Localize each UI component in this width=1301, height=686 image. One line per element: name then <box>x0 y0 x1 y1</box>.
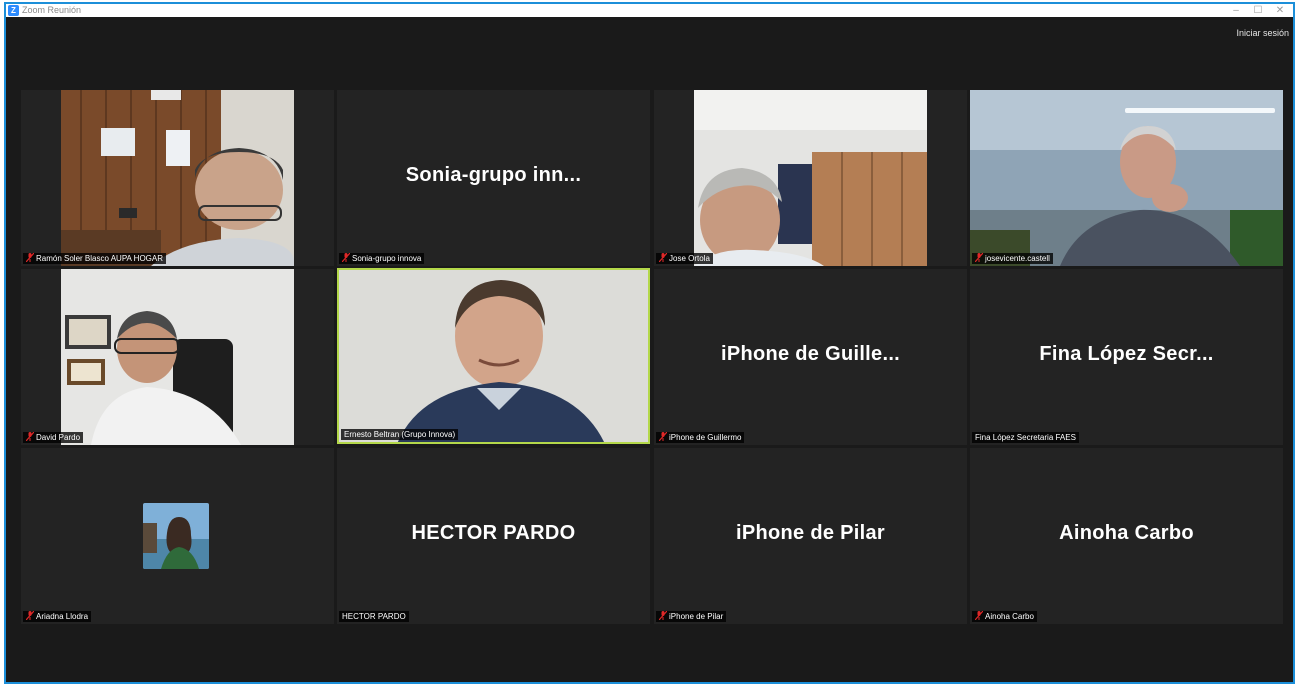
participant-tile[interactable]: David Pardo <box>21 269 334 445</box>
participant-video <box>61 90 294 266</box>
participant-name-label: Fina López Secretaria FAES <box>972 432 1079 443</box>
participant-video <box>339 270 648 442</box>
mic-muted-icon <box>975 253 983 263</box>
participant-display-name: Sonia-grupo inn... <box>405 164 582 186</box>
participant-avatar <box>143 503 209 569</box>
participant-tile[interactable]: HECTOR PARDO HECTOR PARDO <box>337 448 650 624</box>
participant-name-label: Ainoha Carbo <box>972 611 1037 622</box>
mic-muted-icon <box>26 432 34 442</box>
participant-tile[interactable]: Sonia-grupo inn... Sonia-grupo innova <box>337 90 650 266</box>
participant-name-label: iPhone de Pilar <box>656 611 727 622</box>
signin-link[interactable]: Iniciar sesión <box>1236 28 1289 38</box>
participant-tile[interactable]: iPhone de Pilar iPhone de Pilar <box>654 448 967 624</box>
participant-video <box>970 90 1283 266</box>
participant-display-name: iPhone de Guille... <box>720 343 901 365</box>
participant-tile[interactable]: iPhone de Guille... iPhone de Guillermo <box>654 269 967 445</box>
mic-muted-icon <box>26 611 34 621</box>
mic-muted-icon <box>659 611 667 621</box>
participant-tile[interactable]: Ariadna Llodra <box>21 448 334 624</box>
participant-display-name: Ainoha Carbo <box>1059 522 1194 544</box>
participant-name-label: Ramón Soler Blasco AUPA HOGAR <box>23 253 167 264</box>
minimize-button[interactable]: – <box>1225 4 1247 17</box>
participant-video <box>694 90 927 266</box>
participant-name-label: Sonia-grupo innova <box>339 253 425 264</box>
participant-tile[interactable]: Ainoha Carbo Ainoha Carbo <box>970 448 1283 624</box>
participant-name-label: Ernesto Beltran (Grupo Innova) <box>341 429 459 440</box>
participant-name-label: Ariadna Llodra <box>23 611 92 622</box>
zoom-app-icon: Z <box>8 5 19 16</box>
participant-video <box>61 269 294 445</box>
mic-muted-icon <box>342 253 350 263</box>
participant-tile[interactable]: josevicente.castell <box>970 90 1283 266</box>
participant-tile[interactable]: Fina López Secr... Fina López Secretaria… <box>970 269 1283 445</box>
mic-muted-icon <box>26 253 34 263</box>
participant-tile[interactable]: Ramón Soler Blasco AUPA HOGAR <box>21 90 334 266</box>
participant-display-name: HECTOR PARDO <box>411 522 576 544</box>
participant-name-label: iPhone de Guillermo <box>656 432 745 443</box>
participant-display-name: iPhone de Pilar <box>736 522 885 544</box>
zoom-window: Z Zoom Reunión – ☐ ✕ Iniciar sesión Ramó… <box>4 2 1295 684</box>
participant-display-name: Fina López Secr... <box>1039 343 1214 365</box>
participant-tile[interactable]: Jose Ortola <box>654 90 967 266</box>
participant-tile-active-speaker[interactable]: Ernesto Beltran (Grupo Innova) <box>337 268 650 444</box>
participant-name-label: josevicente.castell <box>972 253 1053 264</box>
participant-name-label: Jose Ortola <box>656 253 713 264</box>
mic-muted-icon <box>975 611 983 621</box>
mic-muted-icon <box>659 432 667 442</box>
window-title: Zoom Reunión <box>22 5 82 15</box>
participant-name-label: David Pardo <box>23 432 84 443</box>
maximize-button[interactable]: ☐ <box>1247 4 1269 17</box>
participant-name-label: HECTOR PARDO <box>339 611 409 622</box>
close-button[interactable]: ✕ <box>1269 4 1291 17</box>
mic-muted-icon <box>659 253 667 263</box>
title-bar: Z Zoom Reunión – ☐ ✕ <box>6 4 1293 17</box>
